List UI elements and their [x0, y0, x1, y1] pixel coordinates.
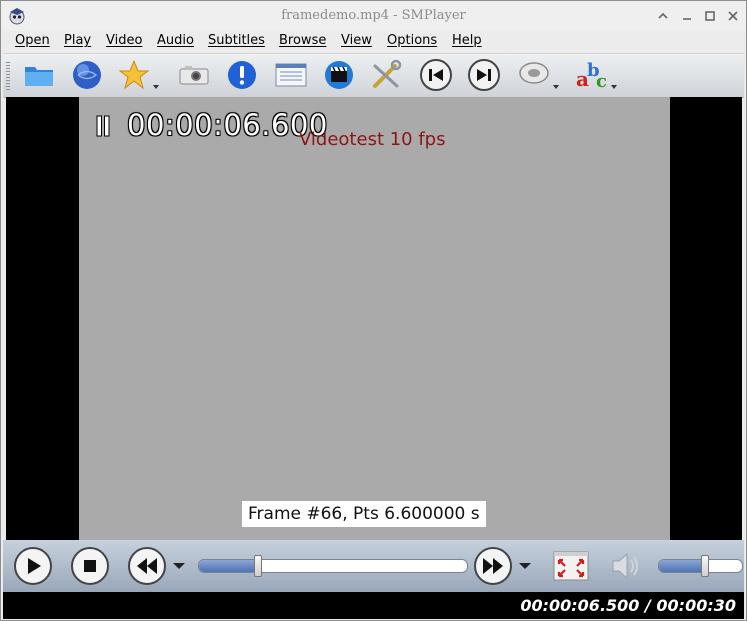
- window-title: framedemo.mp4 - SMPlayer: [281, 8, 466, 23]
- frame-info-label: Frame #66, Pts 6.600000 s: [242, 501, 486, 527]
- subtitles-abc-icon[interactable]: a b c: [575, 58, 619, 92]
- play-icon[interactable]: [13, 546, 53, 586]
- screenshot-camera-icon[interactable]: [177, 58, 211, 92]
- video-overlay-title: Videotest 10 fps: [299, 129, 446, 150]
- next-icon[interactable]: [467, 58, 501, 92]
- audio-disc-icon[interactable]: [517, 58, 561, 92]
- pause-icon: [96, 115, 110, 137]
- previous-icon[interactable]: [419, 58, 453, 92]
- preferences-tools-icon[interactable]: [369, 58, 403, 92]
- seek-bar-fill: [199, 560, 258, 572]
- svg-text:c: c: [596, 71, 607, 92]
- volume-speaker-icon[interactable]: [605, 546, 645, 586]
- smplayer-window: framedemo.mp4 - SMPlayer Open Play Video…: [0, 0, 747, 621]
- osd-time: 00:00:06.600: [127, 108, 328, 142]
- title-bar[interactable]: framedemo.mp4 - SMPlayer: [1, 1, 746, 31]
- close-icon[interactable]: [726, 9, 740, 23]
- seek-bar[interactable]: [198, 559, 468, 573]
- video-frame: 00:00:06.600 Videotest 10 fps Frame #66,…: [79, 97, 670, 540]
- info-icon[interactable]: [225, 58, 259, 92]
- menu-options[interactable]: Options: [387, 33, 437, 48]
- maximize-icon[interactable]: [703, 9, 717, 23]
- menu-play[interactable]: Play: [64, 33, 91, 48]
- video-area[interactable]: 00:00:06.600 Videotest 10 fps Frame #66,…: [6, 97, 742, 540]
- open-url-globe-icon[interactable]: [70, 58, 104, 92]
- fullscreen-icon[interactable]: [551, 546, 591, 586]
- menu-subtitles[interactable]: Subtitles: [208, 33, 265, 48]
- toolbar-grip[interactable]: [6, 62, 10, 90]
- playback-time: 00:00:06.500 / 00:00:30: [520, 596, 736, 615]
- chevron-up-icon[interactable]: [656, 9, 670, 23]
- menu-view[interactable]: View: [341, 33, 372, 48]
- seek-handle[interactable]: [253, 555, 262, 577]
- control-bar: [3, 540, 744, 592]
- favorites-star-icon[interactable]: [117, 58, 161, 92]
- main-toolbar: a b c: [3, 53, 744, 98]
- menu-video[interactable]: Video: [106, 33, 142, 48]
- volume-slider-fill: [659, 560, 705, 572]
- menu-bar: Open Play Video Audio Subtitles Browse V…: [1, 31, 746, 53]
- playlist-icon[interactable]: [274, 58, 308, 92]
- menu-open[interactable]: Open: [15, 33, 50, 48]
- menu-help[interactable]: Help: [452, 33, 482, 48]
- stop-icon[interactable]: [70, 546, 110, 586]
- menu-audio[interactable]: Audio: [157, 33, 194, 48]
- menu-browse[interactable]: Browse: [279, 33, 326, 48]
- volume-handle[interactable]: [700, 555, 709, 577]
- video-clapper-icon[interactable]: [322, 58, 356, 92]
- rewind-icon[interactable]: [127, 546, 191, 586]
- fast-forward-icon[interactable]: [473, 546, 537, 586]
- open-folder-icon[interactable]: [22, 58, 56, 92]
- minimize-icon[interactable]: [680, 9, 694, 23]
- status-bar: 00:00:06.500 / 00:00:30: [3, 592, 744, 619]
